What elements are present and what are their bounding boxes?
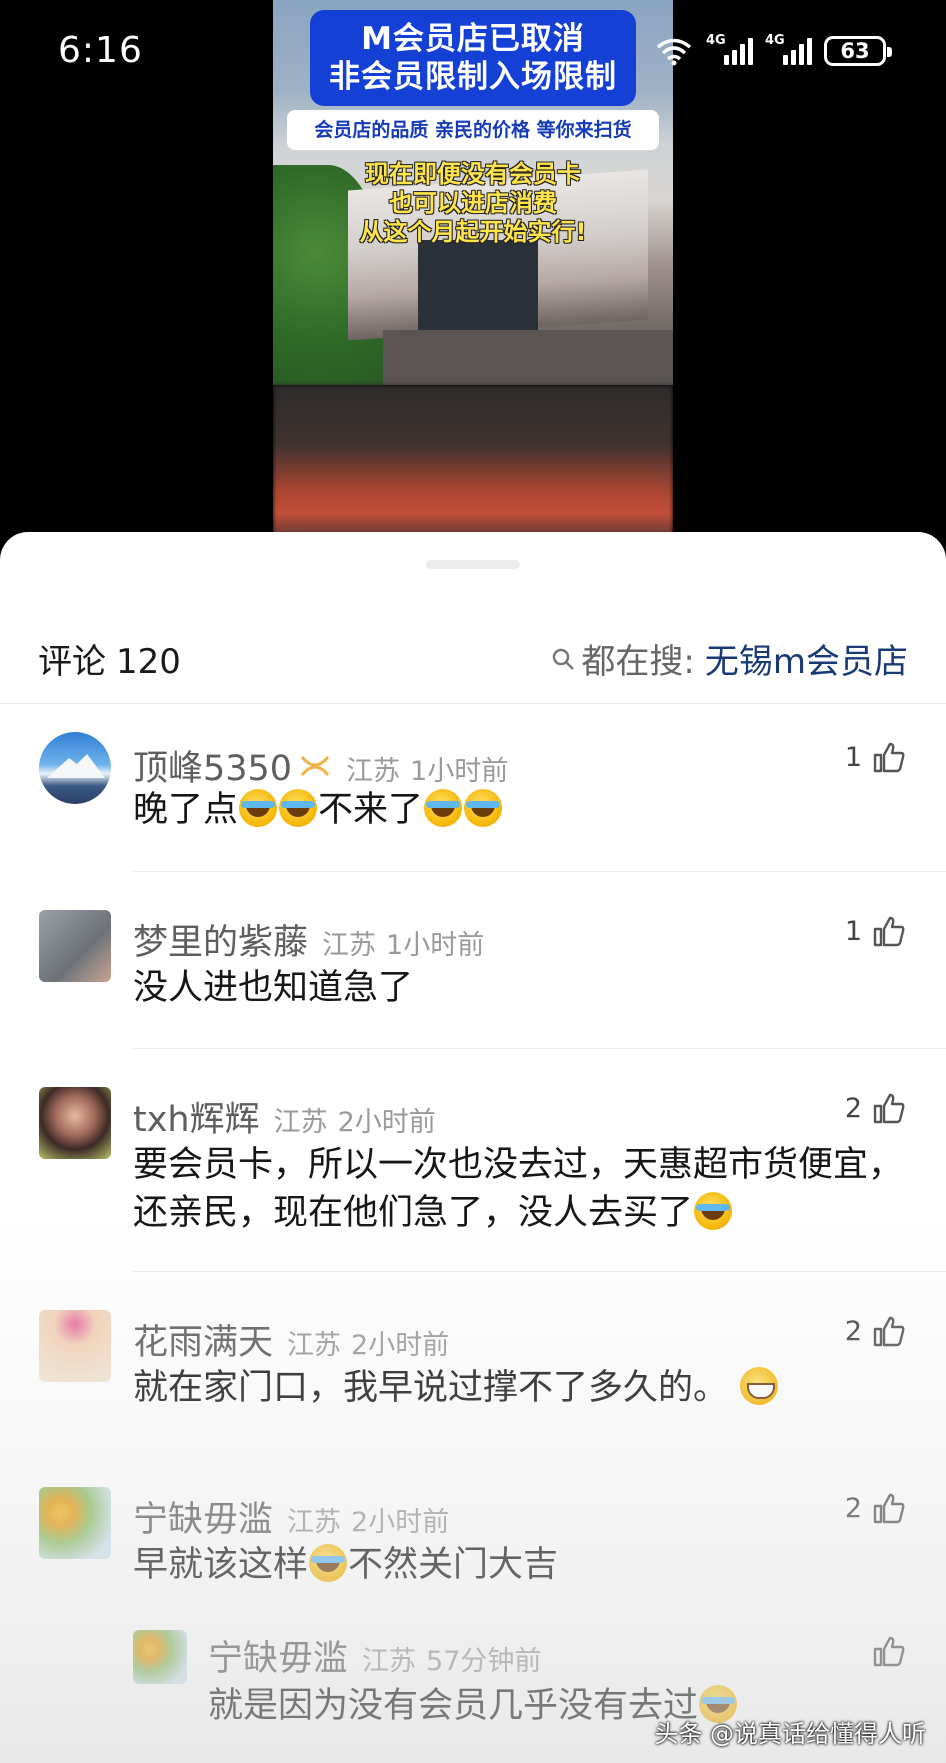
watermark: 头条 @说真话给懂得人听 — [654, 1720, 926, 1748]
avatar[interactable] — [39, 732, 111, 804]
comment-author[interactable]: 宁缺毋滥 — [133, 1491, 273, 1542]
comment-time: 1小时前 — [386, 930, 485, 961]
like-button[interactable]: 2 — [845, 1314, 906, 1348]
avatar[interactable] — [39, 1310, 111, 1382]
reply-meta: 宁缺毋滥 江苏 57分钟前 — [208, 1630, 541, 1681]
comment-author[interactable]: 顶峰5350 — [133, 740, 292, 791]
comment-divider — [133, 1271, 946, 1272]
comment-meta: txh辉辉 江苏 2小时前 — [133, 1091, 436, 1142]
battery-icon: 63 — [824, 36, 892, 66]
video-building-glass — [418, 240, 538, 330]
like-button[interactable]: 1 — [845, 914, 906, 948]
avatar[interactable] — [133, 1630, 187, 1684]
wifi-icon — [656, 38, 692, 66]
crying-emoji-icon — [424, 789, 463, 827]
crying-emoji-icon — [464, 789, 503, 827]
comment-location: 江苏 — [287, 1507, 342, 1538]
status-time: 6:16 — [58, 30, 143, 71]
comment-divider — [133, 871, 946, 872]
badge-icon — [300, 755, 330, 776]
comment-text: 早就该这样 不然关门大吉 — [133, 1544, 559, 1585]
video-caption: 现在即便没有会员卡 也可以进店消费 从这个月起开始实行! — [359, 160, 587, 246]
comment-meta: 梦里的紫藤 江苏 1小时前 — [133, 914, 484, 965]
comment-count: 评论 120 — [38, 642, 181, 682]
search-icon — [553, 648, 575, 670]
like-button[interactable]: 1 — [845, 740, 906, 774]
grinning-emoji-icon — [740, 1367, 779, 1405]
crying-emoji-icon — [694, 1192, 733, 1230]
reply-location: 江苏 — [362, 1646, 417, 1677]
comment-location: 江苏 — [273, 1107, 328, 1138]
comment-meta: 顶峰5350 江苏 1小时前 — [133, 740, 508, 791]
status-icons: 4G 4G 63 — [654, 33, 892, 66]
comment-text: 没人进也知道急了 — [133, 968, 414, 1008]
thumbs-up-icon — [873, 742, 905, 773]
comment-text: 就在家门口，我早说过撑不了多久的。 — [133, 1364, 923, 1412]
video-blur — [273, 385, 673, 535]
like-count: 1 — [844, 915, 862, 947]
comment-meta: 花雨满天 江苏 2小时前 — [133, 1314, 449, 1365]
comment-time: 2小时前 — [337, 1107, 436, 1138]
comment-time: 1小时前 — [410, 756, 509, 787]
comment-time: 2小时前 — [351, 1330, 450, 1361]
video-subtitle: 会员店的品质 亲民的价格 等你来扫货 — [287, 110, 659, 150]
sheet-grabber[interactable] — [426, 560, 520, 569]
avatar[interactable] — [39, 910, 111, 982]
comment-location: 江苏 — [346, 756, 401, 787]
thumbs-up-icon — [873, 1093, 905, 1124]
like-count: 1 — [844, 741, 862, 773]
video-plaza — [383, 330, 673, 385]
comment-author[interactable]: 梦里的紫藤 — [133, 914, 308, 965]
crying-emoji-icon — [309, 1544, 348, 1582]
avatar[interactable] — [39, 1087, 111, 1159]
thumbs-up-icon — [873, 916, 905, 947]
reply-author[interactable]: 宁缺毋滥 — [208, 1630, 348, 1681]
comments-sheet: 评论 120 都在搜: 无锡m会员店 顶峰5350 江苏 1小时前 晚了点 不来了 — [0, 532, 946, 1763]
comment-meta: 宁缺毋滥 江苏 2小时前 — [133, 1491, 449, 1542]
signal-sim2-icon: 4G — [765, 33, 812, 65]
comment-text: 要会员卡，所以一次也没去过，天惠超市货便宜， 还亲民，现在他们急了，没人去买了 — [133, 1145, 904, 1233]
thumbs-up-icon — [873, 1493, 905, 1524]
search-suggestion[interactable]: 都在搜: 无锡m会员店 — [551, 634, 908, 683]
thumbs-up-icon — [873, 1636, 905, 1667]
comment-divider — [133, 1048, 946, 1049]
like-button[interactable] — [872, 1634, 906, 1668]
comment-author[interactable]: 花雨满天 — [133, 1314, 273, 1365]
status-bar: 6:16 4G 4G 63 — [0, 0, 946, 110]
crying-emoji-icon — [239, 789, 278, 827]
comments-header: 评论 120 都在搜: 无锡m会员店 — [0, 614, 946, 704]
crying-emoji-icon — [279, 789, 318, 827]
comment-author[interactable]: txh辉辉 — [133, 1091, 260, 1142]
avatar[interactable] — [39, 1487, 111, 1559]
like-button[interactable]: 2 — [845, 1091, 906, 1125]
thumbs-up-icon — [873, 1316, 905, 1347]
signal-sim1-icon: 4G — [706, 33, 753, 65]
like-count: 2 — [844, 1315, 862, 1347]
comment-location: 江苏 — [322, 930, 377, 961]
like-count: 2 — [844, 1092, 862, 1124]
search-keyword[interactable]: 无锡m会员店 — [705, 634, 908, 683]
comment-time: 2小时前 — [351, 1507, 450, 1538]
reply-time: 57分钟前 — [426, 1646, 542, 1677]
comment-location: 江苏 — [287, 1330, 342, 1361]
like-button[interactable]: 2 — [845, 1491, 906, 1525]
like-count: 2 — [844, 1492, 862, 1524]
comment-text: 晚了点 不来了 — [133, 786, 923, 834]
